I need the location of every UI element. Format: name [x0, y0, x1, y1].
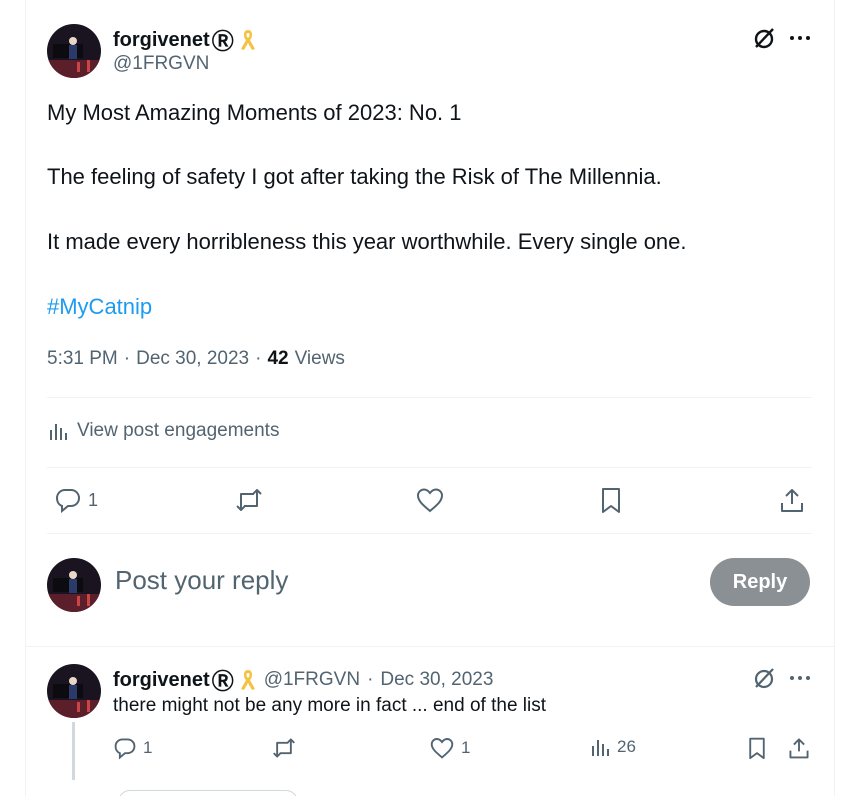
reply-icon [113, 736, 137, 760]
reply-reply-count: 1 [143, 738, 153, 757]
divider [47, 533, 812, 534]
hashtag-link[interactable]: #MyCatnip [47, 291, 152, 323]
divider [25, 646, 835, 647]
reply-icon [54, 486, 82, 514]
repost-button[interactable] [234, 486, 264, 514]
composer-avatar[interactable] [47, 558, 101, 612]
view-engagements-link[interactable]: View post engagements [47, 420, 279, 442]
cut-off-card [118, 790, 298, 796]
views-label: Views [294, 348, 345, 369]
separator-dot: · [123, 348, 131, 369]
avatar[interactable] [47, 24, 101, 78]
author-line: forgivenet Ⓡ [113, 24, 256, 56]
reply-count: 1 [88, 489, 99, 510]
repost-icon [234, 486, 264, 514]
reply-views-count: 26 [617, 737, 636, 756]
heart-icon [429, 736, 455, 760]
views-count: 42 [267, 348, 289, 369]
author-handle[interactable]: @1FRGVN [113, 53, 209, 75]
separator-dot: · [367, 669, 374, 690]
tweet-text-line: My Most Amazing Moments of 2023: No. 1 [47, 100, 462, 125]
reply-author-name[interactable]: forgivenet [113, 669, 210, 692]
reply-avatar[interactable] [47, 664, 101, 718]
tweet-text-line: It made every horribleness this year wor… [47, 229, 687, 254]
share-button[interactable] [778, 486, 806, 514]
share-icon [778, 486, 806, 514]
reply-reply-button[interactable]: 1 [113, 736, 152, 760]
reply-views-button[interactable]: 26 [589, 736, 636, 758]
reply-button[interactable]: 1 [54, 486, 98, 514]
like-button[interactable] [415, 486, 445, 514]
tweet-time[interactable]: 5:31 PM [47, 348, 118, 370]
divider [47, 467, 812, 468]
registered-mark: Ⓡ [211, 29, 234, 54]
repost-icon [271, 736, 297, 760]
tweet-meta: 5:31 PM · Dec 30, 2023 · 42 Views [47, 348, 345, 370]
divider [47, 397, 812, 398]
reply-like-button[interactable]: 1 [429, 736, 470, 760]
registered-mark: Ⓡ [211, 669, 234, 694]
reply-submit-button[interactable]: Reply [710, 558, 810, 606]
reply-input[interactable]: Post your reply [115, 565, 288, 596]
grok-icon[interactable] [750, 664, 778, 692]
tweet-date[interactable]: Dec 30, 2023 [136, 348, 249, 370]
bookmark-icon [598, 486, 624, 514]
separator-dot: · [255, 348, 262, 369]
thread-line [72, 722, 75, 780]
bookmark-button[interactable] [598, 486, 624, 514]
heart-icon [415, 486, 445, 514]
analytics-icon [589, 736, 611, 758]
ribbon-icon [240, 668, 256, 692]
reply-author-line: forgivenet Ⓡ @1FRGVN · Dec 30, 2023 [113, 664, 493, 696]
author-name[interactable]: forgivenet [113, 29, 210, 52]
reply-bookmark-button[interactable] [746, 736, 768, 760]
more-options-icon[interactable] [786, 24, 814, 52]
analytics-icon [47, 420, 69, 442]
reply-repost-button[interactable] [271, 736, 297, 760]
reply-author-handle[interactable]: @1FRGVN [264, 669, 360, 691]
ribbon-icon [240, 28, 256, 52]
tweet-text-line: The feeling of safety I got after taking… [47, 164, 662, 189]
reply-date[interactable]: Dec 30, 2023 [380, 669, 493, 691]
reply-text: there might not be any more in fact ... … [113, 695, 547, 716]
more-options-icon[interactable] [786, 664, 814, 692]
share-icon [787, 736, 811, 760]
bookmark-icon [746, 736, 768, 760]
reply-like-count: 1 [461, 738, 471, 757]
view-engagements-label: View post engagements [77, 420, 280, 441]
grok-icon[interactable] [750, 24, 778, 52]
reply-share-button[interactable] [787, 736, 811, 760]
